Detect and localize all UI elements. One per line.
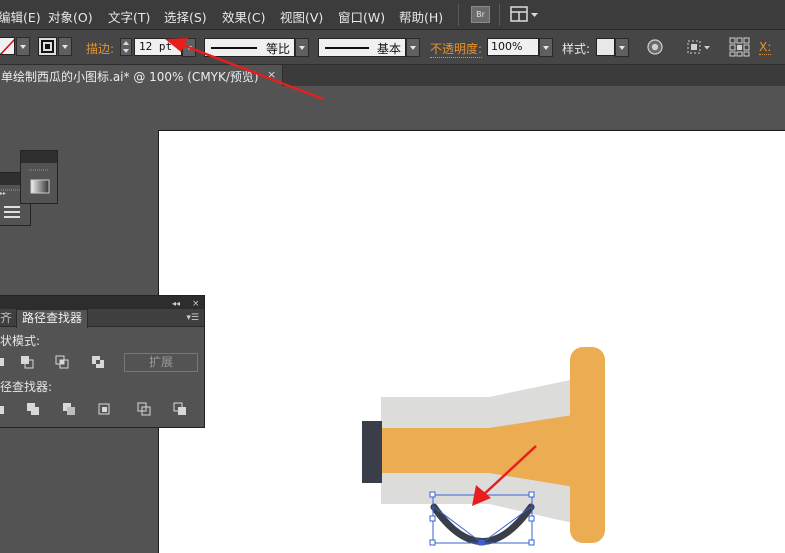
menu-object[interactable]: 对象(O): [48, 7, 93, 26]
stroke-weight-input[interactable]: 12 pt: [134, 38, 182, 56]
horn-bell-rim[interactable]: [570, 347, 605, 543]
svg-text:▸▸: ▸▸: [0, 190, 6, 197]
workspace-switcher-icon[interactable]: [510, 6, 540, 23]
document-tab[interactable]: 单绘制西瓜的小图标.ai* @ 100% (CMYK/预览) ×: [0, 65, 283, 86]
document-tab-title: 单绘制西瓜的小图标.ai* @ 100% (CMYK/预览): [1, 70, 259, 84]
document-tab-bar: 单绘制西瓜的小图标.ai* @ 100% (CMYK/预览) ×: [0, 65, 785, 86]
stroke-weight-dropdown[interactable]: [182, 38, 196, 57]
tab-align[interactable]: 齐: [0, 309, 15, 327]
outline-icon[interactable]: [137, 402, 151, 416]
close-icon[interactable]: ×: [267, 68, 276, 81]
style-dropdown[interactable]: [615, 38, 629, 57]
collapse-icon: ◂◂: [172, 299, 180, 308]
menu-help[interactable]: 帮助(H): [399, 7, 443, 26]
bridge-button[interactable]: Br: [471, 6, 490, 23]
pathfinder-tabs: 齐 路径查找器 ▾☰: [0, 309, 204, 328]
stroke-dropdown[interactable]: [58, 37, 72, 56]
opacity-dropdown[interactable]: [539, 38, 553, 57]
x-coordinate-label[interactable]: X:: [759, 40, 772, 55]
menu-bar: 编辑(E) 对象(O) 文字(T) 选择(S) 效果(C) 视图(V) 窗口(W…: [0, 0, 785, 30]
transform-grid-icon[interactable]: [729, 37, 751, 57]
panel-header-controls: ◂◂ ×: [172, 299, 200, 309]
unite-icon[interactable]: [0, 355, 14, 369]
trim-icon[interactable]: [26, 402, 40, 416]
menu-view[interactable]: 视图(V): [280, 7, 323, 26]
recolor-artwork-icon[interactable]: [646, 38, 664, 56]
style-label: 样式:: [562, 42, 591, 56]
opacity-label[interactable]: 不透明度:: [430, 40, 483, 58]
minus-front-icon[interactable]: [20, 355, 34, 369]
stroke-weight-spinner[interactable]: [120, 38, 132, 56]
pathfinder-panel[interactable]: ◂◂ × 齐 路径查找器 ▾☰ 状模式: 扩展 径查找器:: [0, 295, 205, 428]
menu-edit[interactable]: 编辑(E): [0, 7, 41, 26]
menu-effect[interactable]: 效果(C): [222, 7, 265, 26]
stroke-swatch[interactable]: [38, 37, 57, 56]
brush-dropdown[interactable]: [406, 38, 420, 57]
variable-width-profile[interactable]: 等比: [204, 38, 295, 57]
close-icon: ×: [192, 299, 200, 309]
profile-label: 等比: [265, 42, 290, 56]
exclude-icon[interactable]: [91, 355, 105, 369]
gradient-mini-panel-header[interactable]: [21, 151, 57, 163]
menu-type[interactable]: 文字(T): [108, 7, 150, 26]
fill-dropdown[interactable]: [16, 37, 30, 56]
stroke-label[interactable]: 描边:: [86, 40, 114, 57]
profile-line-preview: [211, 47, 257, 49]
expand-button[interactable]: 扩展: [124, 353, 198, 372]
brush-label: 基本: [376, 42, 401, 56]
menu-separator: [458, 4, 459, 26]
minus-back-icon[interactable]: [173, 402, 187, 416]
merge-icon[interactable]: [62, 402, 76, 416]
pathfinder-panel-header[interactable]: ◂◂ ×: [0, 296, 204, 309]
artwork-canvas: [362, 347, 605, 546]
graphic-style-swatch[interactable]: [596, 38, 615, 56]
fill-swatch[interactable]: [0, 37, 15, 55]
brush-definition[interactable]: 基本: [318, 38, 406, 57]
divide-icon[interactable]: [0, 403, 14, 417]
brush-line-preview: [325, 47, 369, 49]
tab-pathfinder[interactable]: 路径查找器: [16, 309, 88, 328]
shape-modes-label: 状模式:: [0, 334, 41, 348]
menu-separator: [499, 4, 500, 26]
opacity-input[interactable]: 100%: [487, 38, 539, 56]
crop-icon[interactable]: [97, 402, 111, 416]
align-options-icon[interactable]: [686, 38, 714, 56]
intersect-icon[interactable]: [55, 355, 69, 369]
menu-select[interactable]: 选择(S): [164, 7, 207, 26]
pathfinders-label: 径查找器:: [0, 380, 53, 394]
panel-menu-icon[interactable]: ▾☰: [186, 313, 199, 323]
selected-arc-path[interactable]: [430, 503, 535, 545]
menu-window[interactable]: 窗口(W): [338, 7, 385, 26]
artboard[interactable]: [158, 130, 785, 553]
gradient-mini-panel[interactable]: ▸▸ ×: [20, 150, 58, 204]
profile-dropdown[interactable]: [295, 38, 309, 57]
horn-dark-handle[interactable]: [362, 421, 382, 483]
